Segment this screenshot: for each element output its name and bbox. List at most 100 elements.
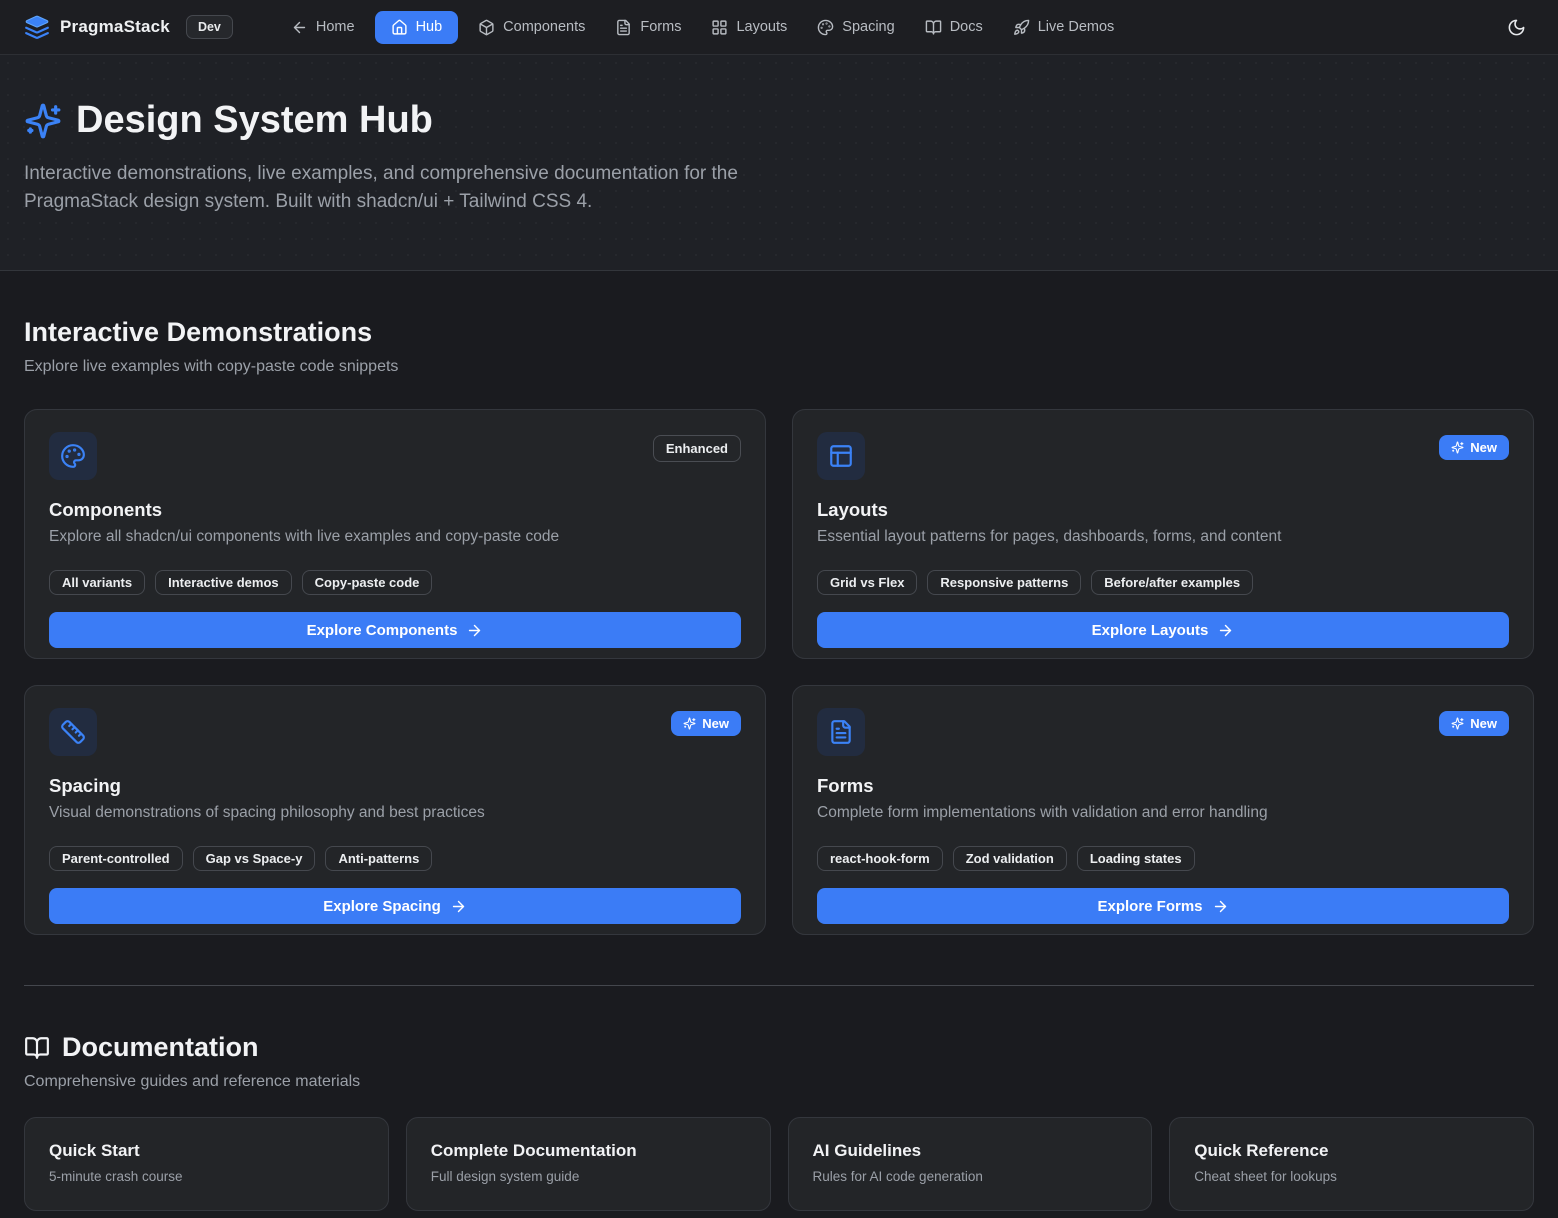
explore-forms-button[interactable]: Explore Forms	[817, 888, 1509, 924]
doc-card-complete-documentation[interactable]: Complete Documentation Full design syste…	[406, 1117, 771, 1211]
tag: All variants	[49, 570, 145, 595]
sparkles-icon	[1451, 441, 1464, 454]
top-navbar: PragmaStack Dev Home Hub Components Fo	[0, 0, 1558, 55]
tag: Loading states	[1077, 846, 1195, 871]
card-title: Forms	[817, 775, 1509, 797]
badge-label: New	[702, 716, 729, 731]
nav-item-forms[interactable]: Forms	[605, 11, 691, 44]
file-text-icon	[817, 708, 865, 756]
nav-item-spacing[interactable]: Spacing	[807, 11, 904, 44]
file-text-icon	[615, 19, 632, 36]
sparkles-icon	[24, 102, 62, 140]
hero-section: Design System Hub Interactive demonstrat…	[0, 55, 1558, 271]
doc-card-title: Quick Start	[49, 1141, 364, 1161]
book-open-icon	[925, 19, 942, 36]
page-title: Design System Hub	[24, 99, 1534, 142]
demo-card-spacing: New Spacing Visual demonstrations of spa…	[24, 685, 766, 935]
book-open-icon	[24, 1035, 50, 1061]
brand[interactable]: PragmaStack Dev	[24, 14, 233, 40]
arrow-right-icon	[466, 622, 483, 639]
cta-label: Explore Layouts	[1092, 622, 1209, 639]
rocket-icon	[1013, 19, 1030, 36]
main-content: Interactive Demonstrations Explore live …	[0, 317, 1558, 1211]
page-title-text: Design System Hub	[76, 99, 433, 142]
layers-logo-icon	[24, 14, 50, 40]
theme-toggle-button[interactable]	[1499, 10, 1534, 45]
explore-layouts-button[interactable]: Explore Layouts	[817, 612, 1509, 648]
tag: Before/after examples	[1091, 570, 1253, 595]
section-divider	[24, 985, 1534, 986]
new-badge: New	[1439, 435, 1509, 460]
palette-icon	[49, 432, 97, 480]
explore-spacing-button[interactable]: Explore Spacing	[49, 888, 741, 924]
nav-item-home[interactable]: Home	[281, 11, 365, 44]
tag: Gap vs Space-y	[193, 846, 316, 871]
brand-name: PragmaStack	[60, 17, 170, 37]
nav-item-components[interactable]: Components	[468, 11, 595, 44]
new-badge: New	[671, 711, 741, 736]
nav-item-hub[interactable]: Hub	[375, 11, 459, 44]
doc-card-title: AI Guidelines	[813, 1141, 1128, 1161]
sparkles-icon	[1451, 717, 1464, 730]
cta-label: Explore Forms	[1097, 898, 1202, 915]
tag: Interactive demos	[155, 570, 292, 595]
tag-row: react-hook-form Zod validation Loading s…	[817, 846, 1509, 871]
nav-item-layouts[interactable]: Layouts	[701, 11, 797, 44]
tag-row: All variants Interactive demos Copy-past…	[49, 570, 741, 595]
nav-item-docs[interactable]: Docs	[915, 11, 993, 44]
tag: Copy-paste code	[302, 570, 433, 595]
card-description: Visual demonstrations of spacing philoso…	[49, 804, 741, 822]
palette-icon	[817, 19, 834, 36]
new-badge: New	[1439, 711, 1509, 736]
tag: react-hook-form	[817, 846, 943, 871]
sparkles-icon	[683, 717, 696, 730]
tag: Responsive patterns	[927, 570, 1081, 595]
nav-label-hub: Hub	[416, 19, 443, 35]
nav-label-home: Home	[316, 19, 355, 35]
nav-links: Home Hub Components Forms Layouts	[281, 11, 1124, 44]
layout-grid-icon	[711, 19, 728, 36]
doc-card-quick-reference[interactable]: Quick Reference Cheat sheet for lookups	[1169, 1117, 1534, 1211]
tag: Grid vs Flex	[817, 570, 917, 595]
dev-badge: Dev	[186, 15, 233, 39]
card-description: Explore all shadcn/ui components with li…	[49, 528, 741, 546]
cta-label: Explore Components	[307, 622, 458, 639]
docs-subheading: Comprehensive guides and reference mater…	[24, 1073, 1534, 1091]
demo-card-grid: Enhanced Components Explore all shadcn/u…	[24, 409, 1534, 935]
arrow-left-icon	[291, 19, 308, 36]
demo-card-forms: New Forms Complete form implementations …	[792, 685, 1534, 935]
badge-label: New	[1470, 440, 1497, 455]
ruler-icon	[49, 708, 97, 756]
page-subtitle: Interactive demonstrations, live example…	[24, 160, 769, 216]
doc-card-description: Cheat sheet for lookups	[1194, 1169, 1509, 1184]
docs-card-grid: Quick Start 5-minute crash course Comple…	[24, 1117, 1534, 1211]
house-icon	[391, 19, 408, 36]
moon-icon	[1507, 18, 1526, 37]
tag: Parent-controlled	[49, 846, 183, 871]
tag-row: Parent-controlled Gap vs Space-y Anti-pa…	[49, 846, 741, 871]
nav-label-components: Components	[503, 19, 585, 35]
nav-label-layouts: Layouts	[736, 19, 787, 35]
demos-subheading: Explore live examples with copy-paste co…	[24, 358, 1534, 376]
tag-row: Grid vs Flex Responsive patterns Before/…	[817, 570, 1509, 595]
doc-card-ai-guidelines[interactable]: AI Guidelines Rules for AI code generati…	[788, 1117, 1153, 1211]
box-icon	[478, 19, 495, 36]
explore-components-button[interactable]: Explore Components	[49, 612, 741, 648]
doc-card-description: Full design system guide	[431, 1169, 746, 1184]
doc-card-title: Complete Documentation	[431, 1141, 746, 1161]
arrow-right-icon	[450, 898, 467, 915]
card-title: Spacing	[49, 775, 741, 797]
card-description: Essential layout patterns for pages, das…	[817, 528, 1509, 546]
doc-card-description: Rules for AI code generation	[813, 1169, 1128, 1184]
nav-label-live-demos: Live Demos	[1038, 19, 1115, 35]
arrow-right-icon	[1212, 898, 1229, 915]
card-title: Components	[49, 499, 741, 521]
nav-item-live-demos[interactable]: Live Demos	[1003, 11, 1125, 44]
doc-card-quick-start[interactable]: Quick Start 5-minute crash course	[24, 1117, 389, 1211]
card-title: Layouts	[817, 499, 1509, 521]
arrow-right-icon	[1217, 622, 1234, 639]
doc-card-title: Quick Reference	[1194, 1141, 1509, 1161]
nav-label-docs: Docs	[950, 19, 983, 35]
docs-heading-text: Documentation	[62, 1032, 259, 1063]
doc-card-description: 5-minute crash course	[49, 1169, 364, 1184]
